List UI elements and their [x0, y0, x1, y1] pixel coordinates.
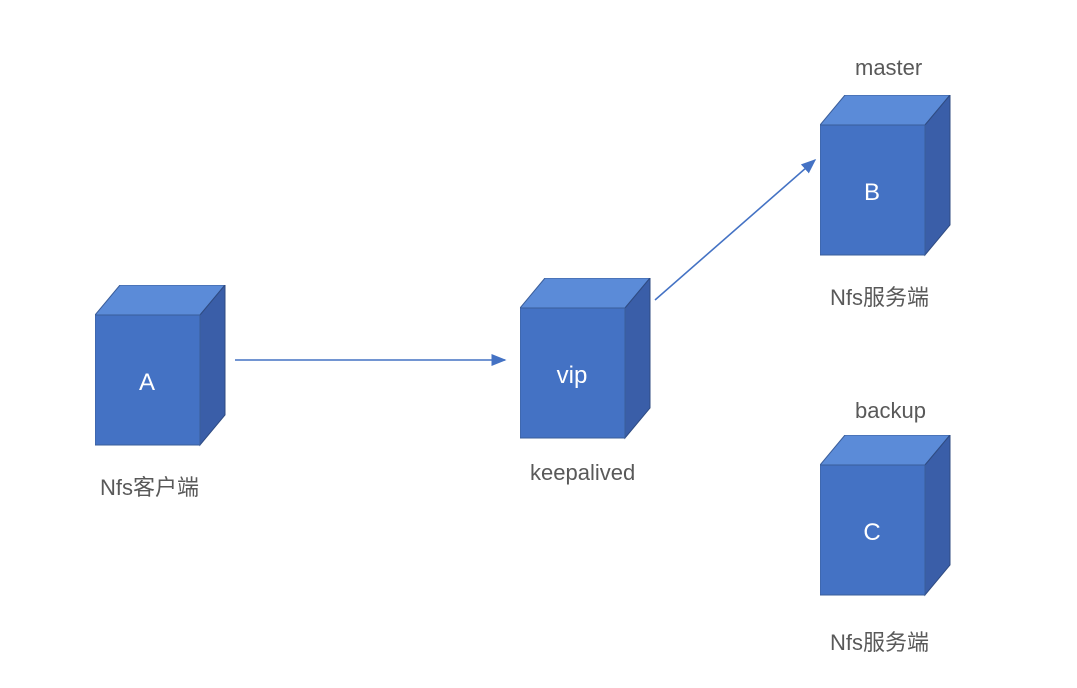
label-b-above: master — [855, 55, 922, 81]
label-b-below: Nfs服务端 — [830, 280, 929, 312]
label-c-below: Nfs服务端 — [830, 625, 929, 657]
arrow-vip-to-b — [655, 150, 835, 310]
cube-b-letter: B — [864, 179, 880, 206]
cube-vip-letter: vip — [557, 362, 588, 389]
label-vip-below: keepalived — [530, 460, 635, 486]
cube-a-letter: A — [139, 369, 155, 396]
label-c-above: backup — [855, 398, 926, 424]
arrow-a-to-vip — [235, 350, 515, 370]
cube-c-letter: C — [863, 519, 880, 546]
label-a-below: Nfs客户端 — [100, 470, 199, 502]
